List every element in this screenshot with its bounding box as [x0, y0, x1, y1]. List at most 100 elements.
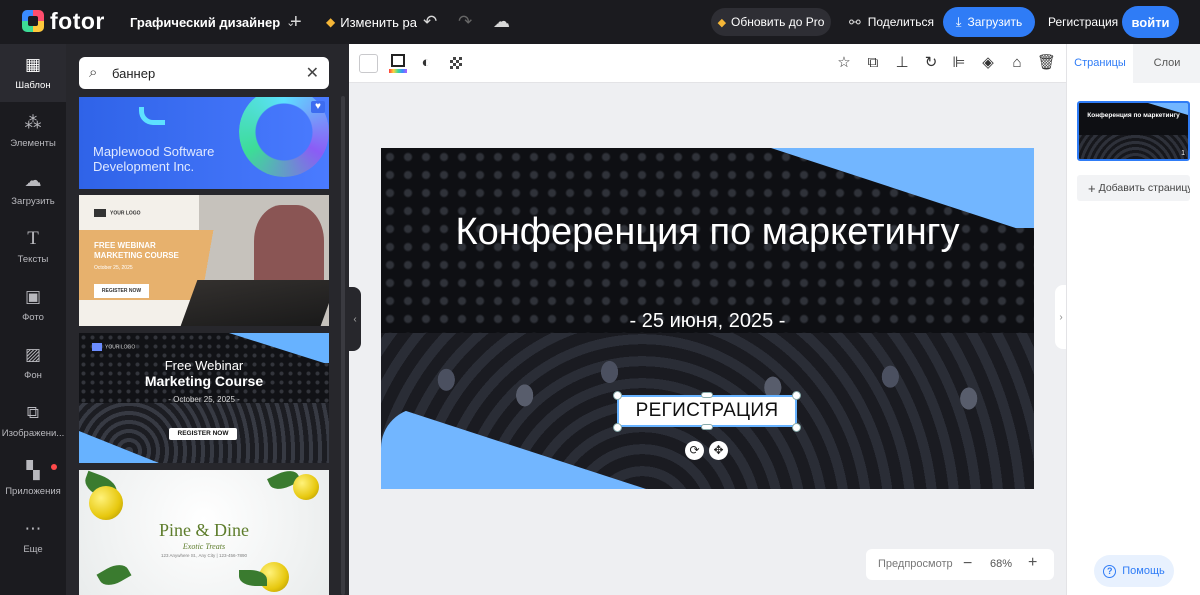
tab-layers[interactable]: Слои: [1133, 44, 1200, 83]
redo-button[interactable]: ↷: [458, 0, 472, 44]
resize-handle[interactable]: [701, 424, 713, 430]
page-thumbnail[interactable]: Конференция по маркетингу 1: [1077, 101, 1190, 161]
panel-scrollbar[interactable]: [341, 96, 345, 595]
canvas-date[interactable]: - 25 июня, 2025 -: [381, 310, 1034, 333]
diamond-icon: ◆: [717, 16, 727, 29]
template-title: FREE WEBINAR MARKETING COURSE: [94, 241, 179, 260]
align-icon[interactable]: ⊫: [950, 54, 968, 72]
lemon-graphic: [89, 486, 123, 520]
resize-handle[interactable]: [701, 392, 713, 398]
transparency-icon[interactable]: [450, 57, 462, 69]
template-card-webinar-orange[interactable]: YOUR LOGO FREE WEBINAR MARKETING COURSE …: [79, 195, 329, 326]
share-label: Поделиться: [867, 15, 934, 29]
sidebar-item-label: Изображени...: [1, 428, 65, 439]
clear-search-icon[interactable]: ✕: [306, 63, 319, 83]
laptop-photo: [180, 280, 329, 326]
apps-icon: ▚: [26, 461, 40, 480]
preview-button[interactable]: Предпросмотр: [878, 558, 953, 570]
resize-handle[interactable]: [792, 391, 801, 400]
cloud-save-button[interactable]: ☁: [493, 0, 510, 44]
lock-icon[interactable]: ⌂: [1008, 54, 1026, 72]
stamp-icon[interactable]: ⊥: [893, 54, 911, 72]
share-button[interactable]: ⚯ Поделиться: [849, 0, 934, 44]
sidebar-item-background[interactable]: ▨ Фон: [0, 334, 66, 392]
template-panel: ⌕ баннер ✕ Maplewood Software Developmen…: [66, 44, 349, 595]
effects-icon[interactable]: ◐: [417, 54, 435, 72]
layers-icon[interactable]: ◈: [979, 54, 997, 72]
chevron-left-icon: ‹: [353, 313, 357, 325]
canvas-register-button[interactable]: РЕГИСТРАЦИЯ: [617, 395, 797, 427]
collapse-panel-button[interactable]: ‹: [349, 287, 361, 351]
sidebar-item-images[interactable]: ⧉ Изображени...: [0, 392, 66, 450]
sidebar-item-template[interactable]: ▦ Шаблон: [0, 44, 66, 102]
sidebar-item-elements[interactable]: ⁂ Элементы: [0, 102, 66, 160]
register-link[interactable]: Регистрация: [1048, 0, 1118, 44]
background-icon: ▨: [24, 345, 42, 364]
sidebar-item-label: Еще: [23, 544, 43, 555]
sidebar-item-label: Загрузить: [11, 196, 55, 207]
thumbnail-title: Конференция по маркетингу: [1087, 112, 1180, 119]
zoom-in-icon[interactable]: +: [1028, 554, 1037, 572]
fotor-logo[interactable]: fotor: [22, 8, 105, 34]
logo-text: fotor: [50, 8, 105, 34]
template-logo: YOUR LOGO: [94, 209, 141, 217]
add-button[interactable]: +: [290, 0, 302, 44]
help-button[interactable]: ? Помощь: [1094, 555, 1174, 587]
left-sidebar: ▦ Шаблон ⁂ Элементы ☁ Загрузить T Тексты…: [0, 44, 66, 595]
tab-pages[interactable]: Страницы: [1067, 44, 1133, 83]
template-card-webinar-dark[interactable]: YOUR LOGO Free Webinar Marketing Course …: [79, 333, 329, 463]
delete-icon[interactable]: 🗑: [1037, 54, 1056, 72]
template-line: Marketing Course: [144, 373, 264, 389]
right-panel: Страницы Слои Конференция по маркетингу …: [1066, 44, 1200, 595]
template-search[interactable]: ⌕ баннер ✕: [79, 57, 329, 89]
login-label: войти: [1131, 14, 1170, 30]
template-subtitle: Exotic Treats: [182, 542, 226, 551]
resize-handle[interactable]: [792, 423, 801, 432]
rename-button[interactable]: ◆ Изменить ра: [326, 0, 417, 44]
leaf-graphic: [96, 559, 132, 591]
template-date: - October 25, 2025 -: [168, 395, 240, 404]
mode-dropdown[interactable]: Графический дизайнер ⌄: [130, 0, 295, 44]
page-number: 1: [1181, 150, 1185, 157]
star-icon[interactable]: ☆: [835, 54, 853, 72]
chevron-right-icon: ›: [1059, 311, 1063, 323]
upgrade-label: Обновить до Pro: [731, 15, 825, 29]
color-bar-icon: [389, 69, 407, 73]
images-icon: ⧉: [26, 403, 40, 422]
leaf-graphic: [239, 570, 267, 586]
upload-button[interactable]: ⤓ Загрузить: [943, 7, 1035, 37]
add-page-button[interactable]: + Добавить страницу: [1077, 175, 1190, 201]
rotate-handle-icon[interactable]: ⟳: [685, 441, 704, 460]
template-register-button: REGISTER NOW: [169, 428, 237, 440]
more-icon: ⋯: [24, 519, 42, 538]
template-card-maplewood[interactable]: Maplewood Software Development Inc. ♥: [79, 97, 329, 189]
upgrade-pro-button[interactable]: ◆ Обновить до Pro: [711, 8, 831, 36]
sidebar-item-photo[interactable]: ▣ Фото: [0, 276, 66, 334]
sidebar-item-more[interactable]: ⋯ Еще: [0, 508, 66, 566]
undo-button[interactable]: ↶: [423, 0, 437, 44]
fotor-logo-icon: [22, 10, 44, 32]
resize-handle[interactable]: [613, 391, 622, 400]
sidebar-item-label: Фото: [22, 312, 44, 323]
favorite-heart-icon[interactable]: ♥: [311, 101, 325, 113]
sidebar-item-texts[interactable]: T Тексты: [0, 218, 66, 276]
search-input[interactable]: баннер: [112, 66, 155, 81]
move-handle-icon[interactable]: ✥: [709, 441, 728, 460]
design-canvas[interactable]: Конференция по маркетингу - 25 июня, 202…: [381, 148, 1034, 489]
template-card-pine-dine[interactable]: Pine & Dine Exotic Treats 123 Anywhere S…: [79, 470, 329, 595]
resize-handle[interactable]: [613, 423, 622, 432]
sidebar-item-upload[interactable]: ☁ Загрузить: [0, 160, 66, 218]
duplicate-icon[interactable]: ⧉: [864, 54, 882, 72]
rotate-icon[interactable]: ↻: [922, 54, 940, 72]
sidebar-item-label: Фон: [24, 370, 42, 381]
sidebar-item-apps[interactable]: ▚ Приложения: [0, 450, 66, 508]
zoom-controls: Предпросмотр − 68% +: [866, 549, 1054, 580]
zoom-out-icon[interactable]: −: [963, 555, 972, 573]
notification-dot: [51, 464, 57, 470]
text-color-tool[interactable]: [389, 53, 407, 74]
top-bar: fotor Графический дизайнер ⌄ + ◆ Изменит…: [0, 0, 1200, 44]
login-button[interactable]: войти: [1122, 6, 1179, 38]
plus-icon: +: [290, 10, 302, 33]
background-color-swatch[interactable]: [359, 54, 378, 73]
canvas-title[interactable]: Конференция по маркетингу: [381, 210, 1034, 254]
